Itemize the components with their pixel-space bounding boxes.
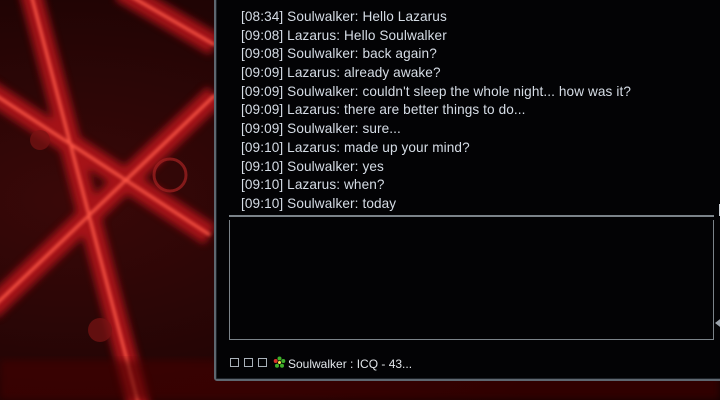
chat-message: [09:10] Lazarus: made up your mind? bbox=[241, 139, 470, 155]
message-sender: Soulwalker bbox=[287, 9, 355, 24]
message-sender: Lazarus bbox=[287, 65, 337, 81]
chat-message: [09:09] Lazarus: there are better things… bbox=[241, 102, 526, 118]
chat-message: [09:09] Lazarus: already awake? bbox=[241, 65, 441, 81]
message-timestamp: [09:09] bbox=[241, 121, 284, 137]
message-text: Hello Soulwalker bbox=[344, 27, 447, 43]
message-sender: Lazarus bbox=[287, 177, 337, 193]
message-text: sure... bbox=[362, 121, 401, 137]
message-text: made up your mind? bbox=[344, 139, 470, 155]
chat-log: [08:34] Soulwalker: Hello Lazarus [09:08]… bbox=[229, 0, 714, 217]
message-timestamp: [09:08] bbox=[241, 27, 284, 43]
icq-flower-icon[interactable] bbox=[273, 356, 286, 369]
message-sender: Soulwalker bbox=[287, 46, 355, 62]
message-text: yes bbox=[362, 158, 384, 174]
message-sender: Soulwalker bbox=[287, 121, 355, 137]
message-timestamp: [09:09] bbox=[241, 65, 284, 81]
close-icon[interactable] bbox=[230, 358, 239, 367]
chat-window: [08:34] Soulwalker: Hello Lazarus [09:08]… bbox=[214, 0, 720, 381]
chat-message: [09:10] Soulwalker: yes bbox=[241, 158, 384, 174]
message-sender: Lazarus bbox=[287, 139, 337, 155]
message-timestamp: [09:10] bbox=[241, 139, 284, 155]
message-timestamp: [09:10] bbox=[241, 195, 284, 211]
message-timestamp: [09:09] bbox=[241, 83, 284, 99]
message-sender: Lazarus bbox=[287, 27, 337, 43]
message-text: back again? bbox=[362, 46, 437, 62]
message-timestamp: [09:09] bbox=[241, 102, 284, 118]
message-text: couldn't sleep the whole night... how wa… bbox=[362, 83, 631, 99]
message-text: there are better things to do... bbox=[344, 102, 526, 118]
message-timestamp: [08:34] bbox=[241, 9, 284, 24]
message-sender: Soulwalker bbox=[287, 158, 355, 174]
chat-message: [09:08] Lazarus: Hello Soulwalker bbox=[241, 27, 447, 43]
scroll-arrow-icon[interactable] bbox=[715, 316, 720, 330]
message-sender: Soulwalker bbox=[287, 83, 355, 99]
message-text: Hello Lazarus bbox=[362, 9, 447, 24]
message-sender: Lazarus bbox=[287, 102, 337, 118]
taskbar-window-label[interactable]: Soulwalker : ICQ - 43... bbox=[288, 357, 412, 371]
message-timestamp: [09:10] bbox=[241, 177, 284, 193]
chat-message: [09:09] Soulwalker: couldn't sleep the w… bbox=[241, 83, 631, 99]
message-timestamp: [09:10] bbox=[241, 158, 284, 174]
chat-message: [09:09] Soulwalker: sure... bbox=[241, 121, 401, 137]
message-text: today bbox=[362, 195, 397, 211]
resize-icon[interactable] bbox=[244, 358, 253, 367]
message-text: when? bbox=[344, 177, 385, 193]
window-icon[interactable] bbox=[258, 358, 267, 367]
window-taskbar: Soulwalker : ICQ - 43... bbox=[216, 351, 720, 379]
message-sender: Soulwalker bbox=[287, 195, 355, 211]
message-text: already awake? bbox=[344, 65, 441, 81]
chat-message: [09:10] Lazarus: when? bbox=[241, 177, 385, 193]
chat-message: [08:34] Soulwalker: Hello Lazarus bbox=[241, 9, 447, 24]
chat-message: [09:08] Soulwalker: back again? bbox=[241, 46, 437, 62]
chat-message: [09:10] Soulwalker: today bbox=[241, 195, 397, 211]
message-input-area[interactable] bbox=[229, 220, 714, 340]
message-timestamp: [09:08] bbox=[241, 46, 284, 62]
